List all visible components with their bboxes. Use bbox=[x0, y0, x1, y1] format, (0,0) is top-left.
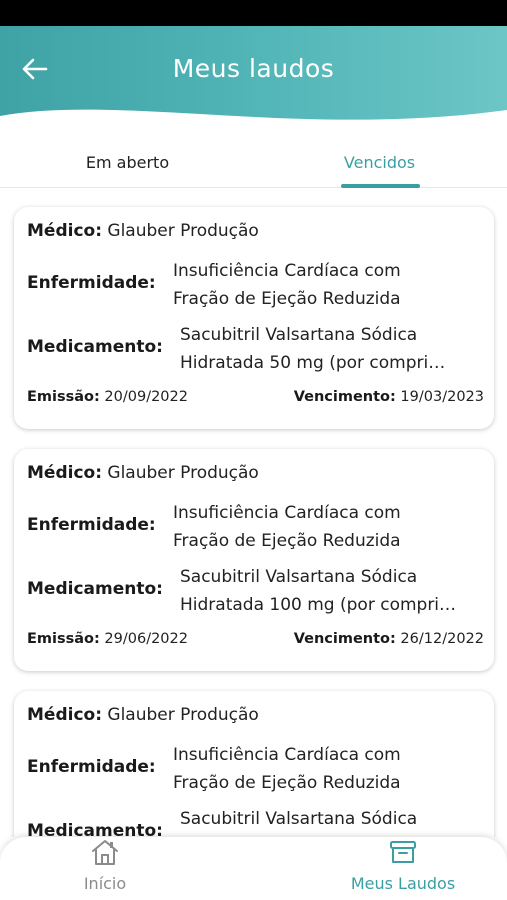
medico-row: Médico: Glauber Produção bbox=[27, 463, 484, 483]
medico-label: Médico: bbox=[27, 705, 102, 725]
enfermidade-row: Enfermidade: Insuficiência Cardíaca com … bbox=[27, 257, 484, 315]
nav-meus-laudos-label: Meus Laudos bbox=[350, 874, 456, 893]
emissao-label: Emissão: bbox=[27, 631, 100, 647]
tab-em-aberto[interactable]: Em aberto bbox=[40, 136, 215, 188]
medico-value: Glauber Produção bbox=[107, 463, 259, 483]
vencimento: Vencimento: 26/12/2022 bbox=[294, 631, 484, 647]
nav-inicio-label: Início bbox=[83, 874, 127, 893]
vencimento-value: 19/03/2023 bbox=[400, 389, 484, 405]
bottom-navigation: Início Meus Laudos bbox=[0, 837, 507, 900]
medico-value: Glauber Produção bbox=[107, 221, 259, 241]
medico-row: Médico: Glauber Produção bbox=[27, 705, 484, 725]
enfermidade-line-2: Fração de Ejeção Reduzida bbox=[173, 531, 401, 551]
vencimento-label: Vencimento: bbox=[293, 389, 396, 405]
medicamento-row: Medicamento: Sacubitril Valsartana Sódic… bbox=[27, 805, 484, 837]
page-title: Meus laudos bbox=[172, 54, 335, 83]
app-header: Meus laudos bbox=[0, 26, 507, 136]
enfermidade-line-1: Insuficiência Cardíaca com bbox=[173, 503, 401, 523]
enfermidade-value: Insuficiência Cardíaca com Fração de Eje… bbox=[173, 741, 483, 797]
nav-meus-laudos[interactable]: Meus Laudos bbox=[328, 837, 478, 900]
medicamento-line-1: Sacubitril Valsartana Sódica bbox=[180, 567, 418, 587]
vencimento-label: Vencimento: bbox=[293, 631, 396, 647]
enfermidade-line-1: Insuficiência Cardíaca com bbox=[173, 261, 401, 281]
medicamento-row: Medicamento: Sacubitril Valsartana Sódic… bbox=[27, 321, 484, 379]
medicamento-label: Medicamento: bbox=[27, 337, 163, 357]
tab-vencidos[interactable]: Vencidos bbox=[292, 136, 467, 188]
dates-row: Emissão: 29/06/2022 Vencimento: 26/12/20… bbox=[27, 631, 484, 651]
laudo-card[interactable]: Médico: Glauber Produção Enfermidade: In… bbox=[14, 691, 494, 837]
tab-bar: Em aberto Vencidos bbox=[0, 136, 507, 188]
enfermidade-label: Enfermidade: bbox=[27, 757, 156, 777]
emissao: Emissão: 20/09/2022 bbox=[27, 389, 188, 405]
emissao-value: 20/09/2022 bbox=[104, 389, 188, 405]
medico-label: Médico: bbox=[27, 221, 102, 241]
medicamento-line-1: Sacubitril Valsartana Sódica bbox=[180, 325, 418, 345]
medicamento-line-2: Hidratada 50 mg (por compri… bbox=[180, 353, 446, 373]
enfermidade-line-2: Fração de Ejeção Reduzida bbox=[173, 773, 401, 793]
enfermidade-row: Enfermidade: Insuficiência Cardíaca com … bbox=[27, 499, 484, 557]
medicamento-value: Sacubitril Valsartana Sódica Hidratada 1… bbox=[180, 563, 490, 619]
laudo-card[interactable]: Médico: Glauber Produção Enfermidade: In… bbox=[14, 207, 494, 429]
enfermidade-line-1: Insuficiência Cardíaca com bbox=[173, 745, 401, 765]
medicamento-value: Sacubitril Valsartana Sódica Hidratada 5… bbox=[180, 321, 490, 377]
emissao: Emissão: 29/06/2022 bbox=[27, 631, 188, 647]
laudos-list[interactable]: Médico: Glauber Produção Enfermidade: In… bbox=[0, 189, 507, 837]
home-icon bbox=[30, 837, 180, 867]
medicamento-label: Medicamento: bbox=[27, 579, 163, 599]
enfermidade-label: Enfermidade: bbox=[27, 273, 156, 293]
medicamento-line-1: Sacubitril Valsartana Sódica bbox=[180, 809, 418, 829]
enfermidade-line-2: Fração de Ejeção Reduzida bbox=[173, 289, 401, 309]
enfermidade-label: Enfermidade: bbox=[27, 515, 156, 535]
medicamento-row: Medicamento: Sacubitril Valsartana Sódic… bbox=[27, 563, 484, 621]
vencimento-value: 26/12/2022 bbox=[400, 631, 484, 647]
medicamento-line-2: Hidratada 100 mg (por compri… bbox=[180, 595, 457, 615]
enfermidade-row: Enfermidade: Insuficiência Cardíaca com … bbox=[27, 741, 484, 799]
vencimento: Vencimento: 19/03/2023 bbox=[294, 389, 484, 405]
medico-row: Médico: Glauber Produção bbox=[27, 221, 484, 241]
nav-inicio[interactable]: Início bbox=[30, 837, 180, 900]
medicamento-value: Sacubitril Valsartana Sódica bbox=[180, 805, 490, 833]
header-wave bbox=[0, 109, 507, 136]
emissao-label: Emissão: bbox=[27, 389, 100, 405]
laudo-card[interactable]: Médico: Glauber Produção Enfermidade: In… bbox=[14, 449, 494, 671]
medico-value: Glauber Produção bbox=[107, 705, 259, 725]
medico-label: Médico: bbox=[27, 463, 102, 483]
emissao-value: 29/06/2022 bbox=[104, 631, 188, 647]
enfermidade-value: Insuficiência Cardíaca com Fração de Eje… bbox=[173, 257, 483, 313]
dates-row: Emissão: 20/09/2022 Vencimento: 19/03/20… bbox=[27, 389, 484, 409]
status-bar bbox=[0, 0, 507, 26]
archive-box-icon bbox=[328, 837, 478, 867]
active-tab-indicator bbox=[341, 184, 420, 188]
enfermidade-value: Insuficiência Cardíaca com Fração de Eje… bbox=[173, 499, 483, 555]
medicamento-label: Medicamento: bbox=[27, 821, 163, 837]
